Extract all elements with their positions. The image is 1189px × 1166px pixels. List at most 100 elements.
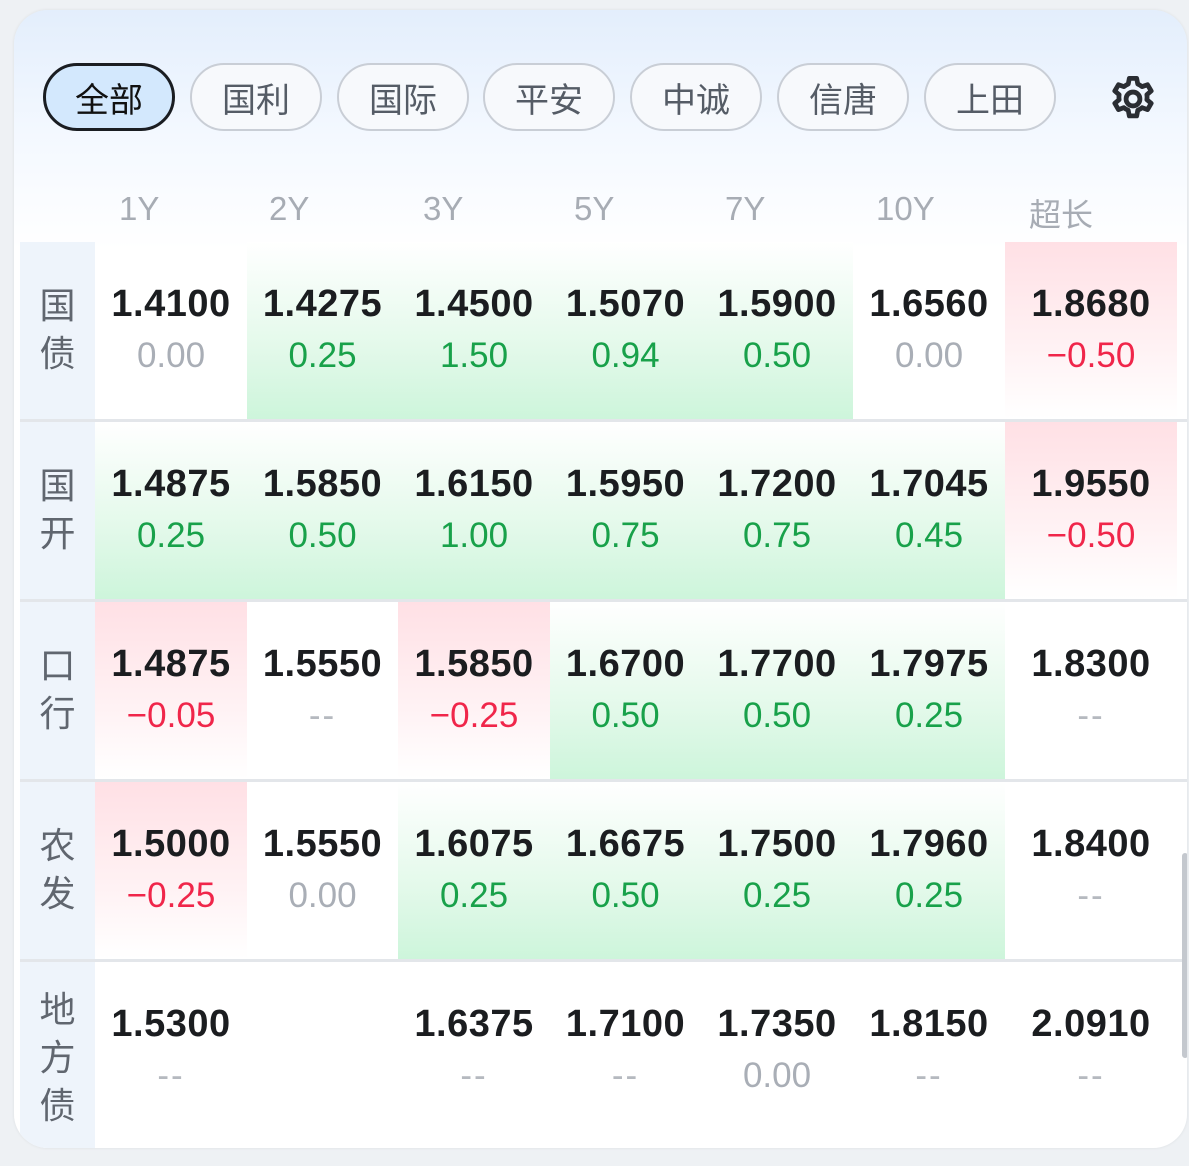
yield-value: 1.7500 [717, 823, 837, 865]
yield-change: 0.25 [439, 876, 509, 915]
yield-cell[interactable]: 1.4875 −0.05 [95, 602, 247, 779]
yield-cell[interactable]: 1.5950 0.75 [550, 422, 701, 599]
tenor-header-3[interactable]: 3Y [423, 190, 573, 250]
scrollbar[interactable] [1182, 853, 1187, 1058]
yield-change: 0.94 [591, 336, 660, 375]
yield-cell[interactable]: 1.7045 0.45 [853, 422, 1005, 599]
yield-cell[interactable]: 1.9550 −0.50 [1005, 422, 1177, 599]
row-label-char: 债 [39, 333, 76, 375]
yield-value: 1.7045 [869, 463, 989, 505]
yield-change: -- [157, 1056, 185, 1095]
tenor-header-5[interactable]: 7Y [725, 190, 875, 250]
yield-cell[interactable]: 1.6375 -- [398, 962, 550, 1148]
yield-change: 0.25 [894, 696, 964, 735]
row-divider [20, 779, 1187, 782]
yield-cell[interactable]: 1.7350 0.00 [701, 962, 853, 1148]
yield-value: 1.4100 [111, 283, 231, 325]
tenor-header-label: 超长 [1029, 196, 1094, 234]
tab-1[interactable]: 全部 [43, 63, 175, 131]
yield-cell[interactable]: 1.7975 0.25 [853, 602, 1005, 779]
yield-change: 0.00 [894, 336, 964, 375]
yield-change: 0.25 [288, 336, 357, 375]
yield-change: 0.00 [742, 1056, 812, 1095]
tenor-header-1[interactable]: 1Y [119, 190, 269, 250]
yield-cell[interactable]: 1.6075 0.25 [398, 782, 550, 959]
yield-change: -- [1077, 1056, 1105, 1095]
yield-change: -- [915, 1056, 943, 1095]
yield-cell[interactable]: 1.5850 −0.25 [398, 602, 550, 779]
row-label-char: 行 [39, 693, 76, 735]
yield-value: 1.7960 [869, 823, 989, 865]
tab-4[interactable]: 平安 [483, 63, 615, 131]
tenor-header-label: 10Y [876, 190, 935, 227]
yield-value: 1.8150 [869, 1003, 989, 1045]
yield-cell[interactable]: 1.5070 0.94 [550, 242, 701, 419]
yield-cell[interactable]: 1.4275 0.25 [247, 242, 398, 419]
row-label-char: 口 [39, 645, 76, 687]
yield-value: 1.4275 [262, 283, 383, 325]
tenor-header-2[interactable]: 2Y [269, 190, 419, 250]
yield-cell[interactable]: 1.5300 -- [95, 962, 247, 1148]
yield-cell[interactable]: 1.7700 0.50 [701, 602, 853, 779]
yield-cell[interactable]: 1.5550 -- [247, 602, 398, 779]
tab-6[interactable]: 信唐 [777, 63, 909, 131]
yield-cell[interactable]: 1.6150 1.00 [398, 422, 550, 599]
yield-cell[interactable]: 1.5000 −0.25 [95, 782, 247, 959]
yield-value: 1.9550 [1031, 463, 1151, 505]
yield-value: 1.7200 [717, 463, 837, 505]
yield-cell[interactable]: 1.6675 0.50 [550, 782, 701, 959]
gear-icon[interactable] [1107, 73, 1159, 125]
tab-5[interactable]: 中诚 [630, 63, 762, 131]
yield-change: -- [1077, 696, 1105, 735]
yield-change: 0.45 [894, 516, 964, 555]
row-label-char: 方 [39, 1038, 76, 1079]
yield-value: 1.7975 [869, 643, 989, 685]
tenor-header-6[interactable]: 10Y [876, 190, 1026, 250]
yield-cell[interactable]: 2.0910 -- [1005, 962, 1177, 1148]
yield-cell[interactable]: 1.8300 -- [1005, 602, 1177, 779]
yield-change: 0.50 [742, 696, 812, 735]
yield-value: 1.6150 [414, 463, 534, 505]
yield-value: 1.6075 [414, 823, 534, 865]
yield-change: -- [1077, 876, 1105, 915]
yield-cell[interactable]: 1.4500 1.50 [398, 242, 550, 419]
yield-change: 0.50 [288, 516, 357, 555]
yield-cell[interactable]: 1.7960 0.25 [853, 782, 1005, 959]
tab-2[interactable]: 国利 [190, 63, 322, 131]
yield-cell[interactable]: 1.5850 0.50 [247, 422, 398, 599]
yield-cell[interactable]: 1.5550 0.00 [247, 782, 398, 959]
yield-cell[interactable]: 1.6560 0.00 [853, 242, 1005, 419]
row-divider [20, 959, 1187, 962]
row-label-char: 发 [39, 873, 76, 915]
yield-value: 1.4875 [111, 643, 231, 685]
yield-cell[interactable]: 1.4875 0.25 [95, 422, 247, 599]
yield-change: −0.05 [126, 696, 216, 735]
yield-value: 1.8400 [1031, 823, 1151, 865]
yield-change: -- [308, 696, 337, 735]
tenor-header-label: 3Y [423, 190, 464, 227]
yield-change: 0.75 [591, 516, 660, 555]
yield-value: 1.7100 [565, 1003, 686, 1045]
yield-cell[interactable]: 1.6700 0.50 [550, 602, 701, 779]
yield-cell[interactable]: 1.8150 -- [853, 962, 1005, 1148]
tenor-header-7[interactable]: 超长 [1029, 190, 1179, 250]
yield-cell[interactable]: 1.7100 -- [550, 962, 701, 1148]
yield-cell[interactable]: 1.8400 -- [1005, 782, 1177, 959]
yield-change: 0.50 [591, 876, 660, 915]
tab-3[interactable]: 国际 [337, 63, 469, 131]
yield-cell[interactable]: 1.4100 0.00 [95, 242, 247, 419]
yield-change: -- [460, 1056, 488, 1095]
yield-cell[interactable]: 1.7200 0.75 [701, 422, 853, 599]
yield-cell[interactable]: 1.7500 0.25 [701, 782, 853, 959]
tenor-header-4[interactable]: 5Y [574, 190, 724, 250]
yield-cell[interactable]: 1.8680 −0.50 [1005, 242, 1177, 419]
yield-change: 1.00 [439, 516, 509, 555]
yield-value: 1.5000 [111, 823, 231, 865]
yield-value: 1.5850 [414, 643, 534, 685]
yield-value: 1.6675 [565, 823, 686, 865]
yield-value: 1.5900 [717, 283, 837, 325]
tab-7[interactable]: 上田 [924, 63, 1056, 131]
yield-cell[interactable]: 1.5900 0.50 [701, 242, 853, 419]
yield-change: 0.50 [591, 696, 660, 735]
yield-value: 1.5070 [565, 283, 686, 325]
